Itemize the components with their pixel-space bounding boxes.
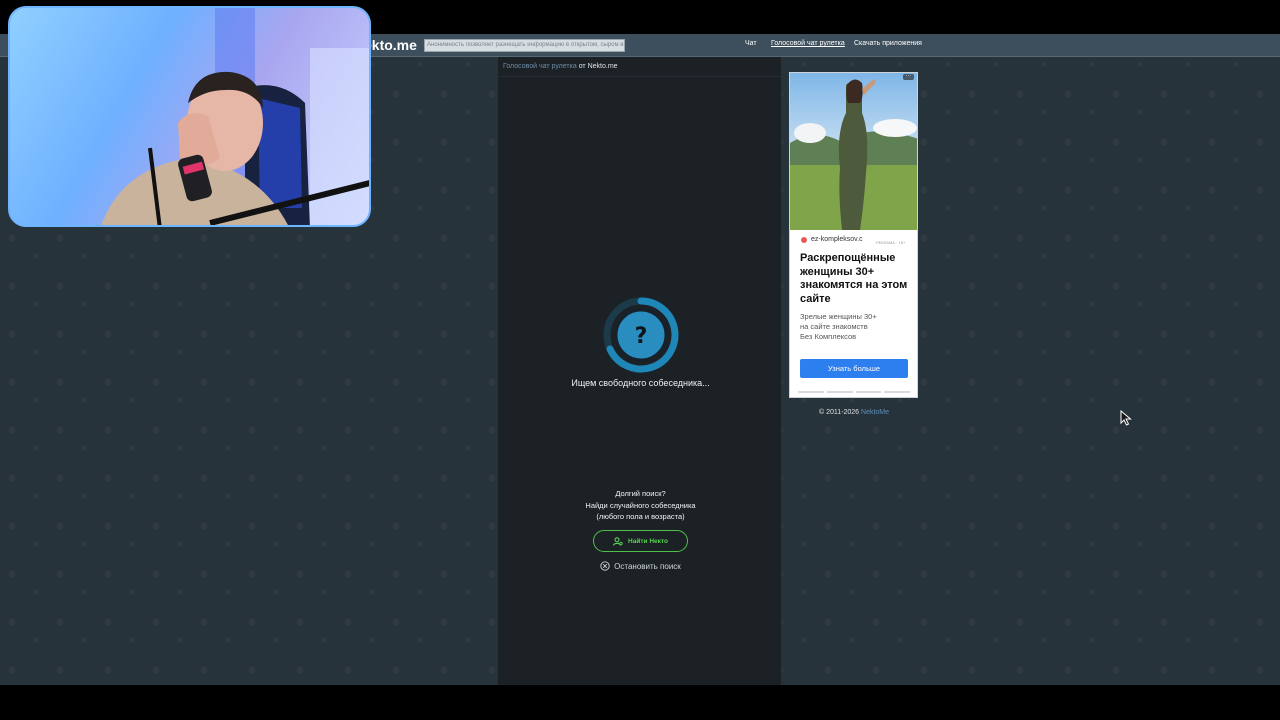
- ad-body-line: на сайте знакомств: [800, 322, 868, 331]
- find-nekto-button[interactable]: Найти Некто: [593, 530, 688, 552]
- ad-carousel-indicator: [798, 391, 910, 393]
- tagline-banner: Анонимность позволяет разнещать информац…: [424, 39, 625, 52]
- search-spinner-icon: ?: [603, 297, 679, 373]
- ad-favicon-icon: [801, 237, 807, 243]
- advertisement[interactable]: ··· ez-kompleksov.c РЕКЛАМА · 18+ Раскре…: [789, 72, 918, 398]
- nav-voice-roulette-link[interactable]: Голосовой чат рулетка: [771, 40, 845, 47]
- stop-search-button[interactable]: Остановить поиск: [498, 561, 783, 571]
- streamer-video-image: [101, 8, 369, 225]
- searching-status: Ищем свободного собеседника...: [571, 378, 710, 388]
- mouse-cursor-icon: [1120, 410, 1132, 426]
- breadcrumb-link[interactable]: Голосовой чат рулетка: [503, 63, 577, 70]
- ad-menu-icon[interactable]: ···: [903, 73, 914, 80]
- long-search-line: Найди случайного собеседника: [585, 500, 696, 510]
- ad-body-line: Без Комплексов: [800, 332, 857, 341]
- find-nekto-label: Найти Некто: [628, 537, 668, 545]
- nav-chat-link[interactable]: Чат: [745, 40, 757, 47]
- copyright: © 2011-2026 NektoMe: [819, 409, 889, 416]
- nav-download-apps-link[interactable]: Скачать приложения: [854, 40, 922, 47]
- ad-learn-more-button[interactable]: Узнать больше: [800, 359, 908, 378]
- site-logo[interactable]: ekto.me: [364, 37, 417, 53]
- brand-link[interactable]: NektoMe: [861, 409, 889, 416]
- ad-body: Зрелые женщины 30+ на сайте знакомств Бе…: [800, 312, 910, 342]
- ad-label: РЕКЛАМА · 18+: [876, 240, 906, 245]
- user-search-icon: [613, 536, 623, 546]
- close-circle-icon: [600, 561, 610, 571]
- copyright-text: © 2011-2026: [819, 409, 862, 416]
- ad-body-line: Зрелые женщины 30+: [800, 312, 877, 321]
- ad-domain-text: ez-kompleksov.c: [811, 236, 863, 243]
- divider: [498, 76, 781, 77]
- long-search-title: Долгий поиск?: [615, 489, 666, 498]
- stop-search-label: Остановить поиск: [614, 561, 681, 571]
- spinner-question-mark: ?: [635, 324, 648, 349]
- breadcrumb-text: от Nekto.me: [576, 63, 618, 70]
- breadcrumb: Голосовой чат рулетка от Nekto.me: [503, 63, 618, 70]
- long-search-hint: Долгий поиск? Найди случайного собеседни…: [498, 488, 783, 523]
- ad-image: [790, 73, 917, 230]
- long-search-line: (любого пола и возраста): [596, 512, 685, 521]
- ad-title[interactable]: Раскрепощённые женщины 30+ знакомятся на…: [800, 252, 917, 306]
- screen: ekto.me Анонимность позволяет разнещать …: [0, 0, 1280, 720]
- voice-chat-panel: Голосовой чат рулетка от Nekto.me ? Ищем…: [497, 57, 782, 685]
- webcam-overlay: [8, 6, 371, 227]
